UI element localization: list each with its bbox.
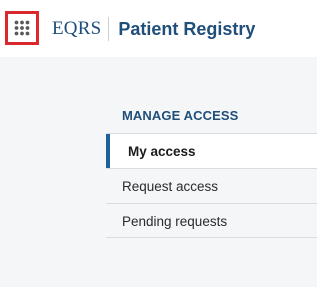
nav-item-label: Request access (122, 179, 219, 194)
nav-item-label: Pending requests (122, 214, 228, 229)
main-content: MANAGE ACCESS My access Request access P… (0, 57, 317, 287)
apps-menu-button[interactable] (5, 11, 39, 45)
nav-item-request-access[interactable]: Request access (106, 168, 317, 203)
brand-short-name: EQRS (52, 18, 102, 39)
brand-app-name: Patient Registry (118, 18, 256, 39)
manage-access-nav: MANAGE ACCESS My access Request access P… (106, 98, 317, 238)
grid-dots-icon (14, 20, 30, 36)
nav-heading: MANAGE ACCESS (122, 108, 239, 123)
top-header: EQRS Patient Registry (0, 0, 317, 57)
brand-logo[interactable]: EQRS Patient Registry (52, 16, 255, 42)
nav-item-my-access[interactable]: My access (106, 133, 317, 168)
nav-item-pending-requests[interactable]: Pending requests (106, 203, 317, 238)
brand-divider (108, 17, 110, 41)
nav-item-label: My access (128, 144, 196, 159)
